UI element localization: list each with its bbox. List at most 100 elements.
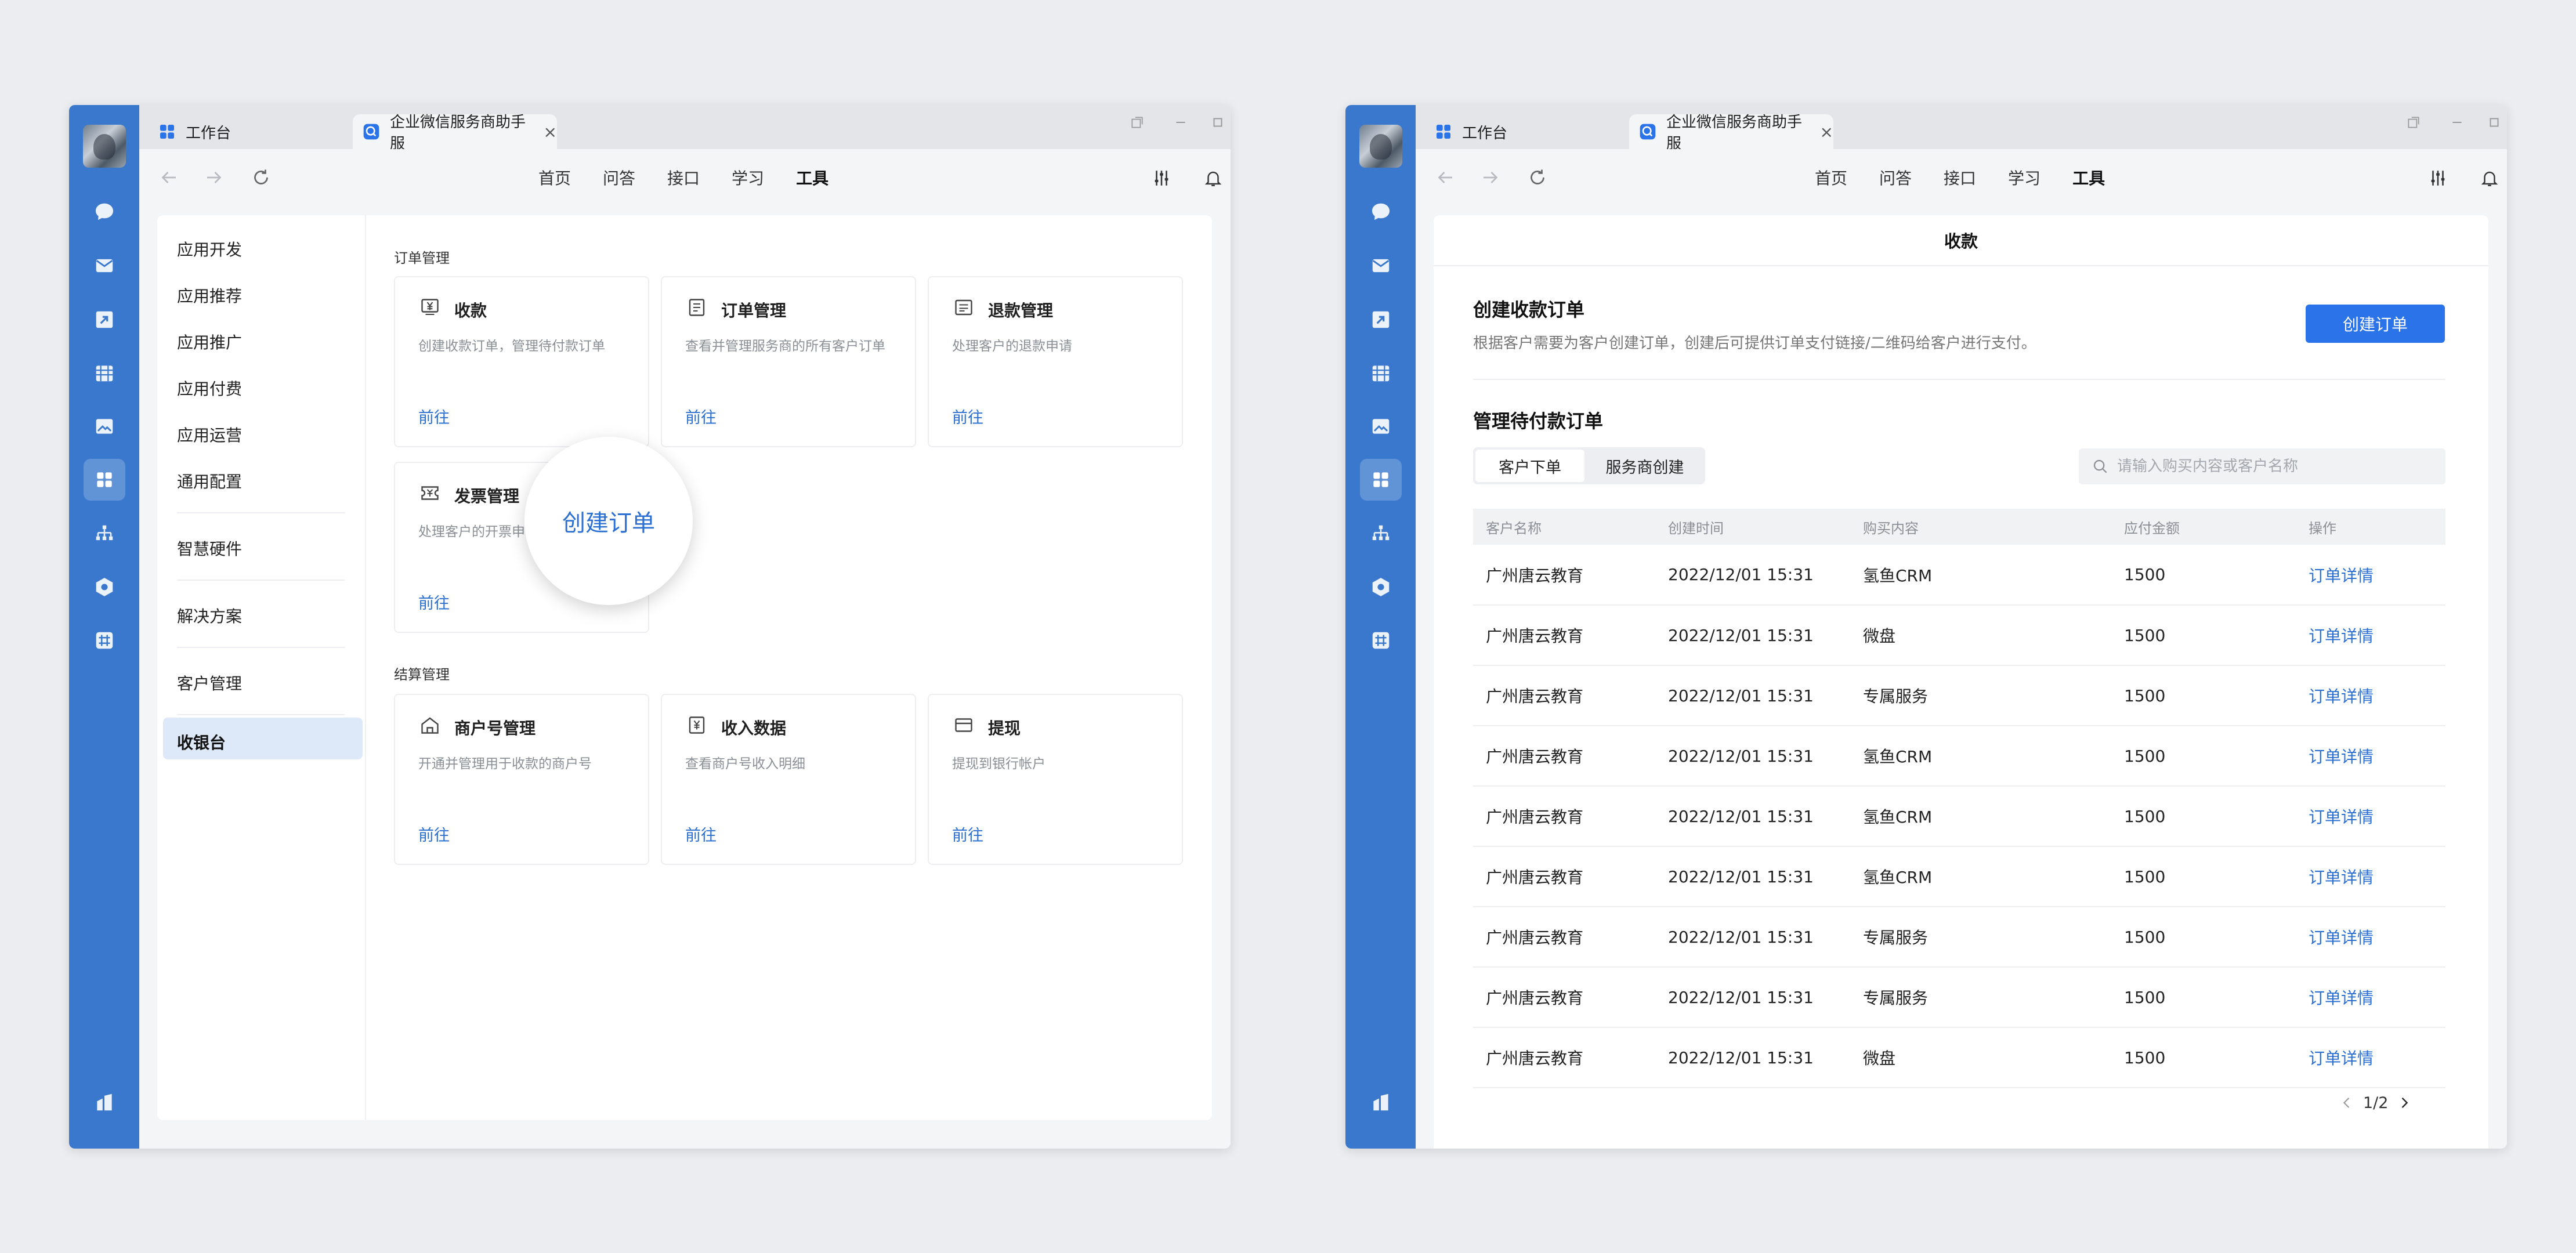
popout-icon[interactable]	[1126, 111, 1149, 134]
sidenav-item-general-config[interactable]: 通用配置	[177, 469, 242, 492]
popout-icon[interactable]	[2402, 111, 2425, 134]
card-link[interactable]: 前往	[952, 823, 983, 845]
cell-action[interactable]: 订单详情	[2296, 726, 2445, 787]
settings-sliders-icon[interactable]	[2426, 166, 2450, 190]
card-withdraw[interactable]: 提现 提现到银行帐户 前往	[928, 694, 1183, 865]
cell-action[interactable]: 订单详情	[2296, 605, 2445, 666]
card-collect[interactable]: 收款 创建收款订单，管理待付款订单 前往	[394, 276, 649, 447]
calendar-icon[interactable]	[1369, 361, 1393, 385]
sidenav-item-app-dev[interactable]: 应用开发	[177, 237, 242, 260]
image-icon[interactable]	[1369, 414, 1393, 439]
chat-icon[interactable]	[1369, 200, 1393, 224]
card-refund-manage[interactable]: 退款管理 处理客户的退款申请 前往	[928, 276, 1183, 447]
cell-amount: 1500	[2111, 605, 2296, 666]
grid-icon[interactable]	[1369, 628, 1393, 653]
card-title: 订单管理	[721, 301, 787, 320]
share-icon[interactable]	[1369, 307, 1393, 332]
next-page-icon[interactable]	[2396, 1095, 2412, 1111]
create-order-button[interactable]: 创建订单	[2306, 305, 2445, 343]
sidenav-item-cashier[interactable]: 收银台	[177, 730, 226, 754]
refresh-icon[interactable]	[1524, 164, 1551, 191]
cell-action[interactable]: 订单详情	[2296, 967, 2445, 1028]
mail-icon[interactable]	[92, 254, 117, 278]
grid-icon[interactable]	[92, 628, 117, 653]
nav-tools[interactable]: 工具	[796, 166, 828, 189]
card-link[interactable]: 前往	[685, 405, 717, 428]
card-order-manage[interactable]: 订单管理 查看并管理服务商的所有客户订单 前往	[661, 276, 916, 447]
chat-icon[interactable]	[92, 200, 117, 224]
box-icon[interactable]	[92, 575, 117, 599]
box-icon[interactable]	[1369, 575, 1393, 599]
search-input[interactable]	[2117, 458, 2430, 475]
refresh-icon[interactable]	[248, 164, 274, 191]
nav-api[interactable]: 接口	[1944, 166, 1976, 189]
maximize-icon[interactable]	[2483, 111, 2506, 134]
nav-home[interactable]: 首页	[538, 166, 571, 189]
sidenav-item-app-pay[interactable]: 应用付费	[177, 376, 242, 400]
page-indicator: 1/2	[2363, 1093, 2389, 1112]
workbench-icon[interactable]	[1360, 459, 1402, 501]
image-icon[interactable]	[92, 414, 117, 439]
back-icon[interactable]	[155, 164, 182, 191]
nav-qa[interactable]: 问答	[603, 166, 635, 189]
cell-action[interactable]: 订单详情	[2296, 1027, 2445, 1088]
close-icon[interactable]: ×	[1820, 122, 1833, 142]
nav-qa[interactable]: 问答	[1879, 166, 1912, 189]
workbench-icon[interactable]	[84, 459, 125, 501]
card-link[interactable]: 前往	[418, 591, 450, 613]
share-icon[interactable]	[92, 307, 117, 332]
sidenav-item-customers[interactable]: 客户管理	[177, 671, 242, 694]
sidenav-item-app-promote[interactable]: 应用推广	[177, 330, 242, 353]
bell-icon[interactable]	[1202, 166, 1225, 190]
back-icon[interactable]	[1432, 164, 1459, 191]
maximize-icon[interactable]	[1206, 111, 1229, 134]
tab-assistant[interactable]: 企业微信服务商助手服 ×	[1629, 114, 1833, 153]
card-merchant-manage[interactable]: 商户号管理 开通并管理用于收款的商户号 前往	[394, 694, 649, 865]
tab-workbench[interactable]: 工作台	[1431, 114, 1622, 149]
avatar[interactable]	[1359, 125, 1402, 168]
cell-action[interactable]: 订单详情	[2296, 786, 2445, 847]
calendar-icon[interactable]	[92, 361, 117, 385]
card-link[interactable]: 前往	[418, 405, 450, 428]
mail-icon[interactable]	[1369, 254, 1393, 278]
seg-provider-created[interactable]: 服务商创建	[1587, 450, 1703, 482]
card-income-data[interactable]: 收入数据 查看商户号收入明细 前往	[661, 694, 916, 865]
cell-amount: 1500	[2111, 907, 2296, 968]
nav-tools[interactable]: 工具	[2072, 166, 2105, 189]
order-source-segmented: 客户下单 服务商创建	[1473, 447, 1705, 484]
sidenav-item-solutions[interactable]: 解决方案	[177, 604, 242, 627]
avatar[interactable]	[83, 125, 126, 168]
bell-icon[interactable]	[2478, 166, 2501, 190]
forward-icon[interactable]	[1477, 164, 1504, 191]
cell-action[interactable]: 订单详情	[2296, 907, 2445, 968]
tab-workbench[interactable]: 工作台	[154, 114, 346, 149]
org-chart-icon[interactable]	[92, 522, 117, 546]
org-chart-icon[interactable]	[1369, 522, 1393, 546]
cell-action[interactable]: 订单详情	[2296, 545, 2445, 606]
nav-home[interactable]: 首页	[1815, 166, 1847, 189]
sidenav-item-app-ops[interactable]: 应用运营	[177, 423, 242, 446]
order-search[interactable]	[2079, 448, 2445, 484]
minimize-icon[interactable]	[2445, 111, 2469, 134]
sidenav-item-hardware[interactable]: 智慧硬件	[177, 537, 242, 560]
seg-customer-order[interactable]: 客户下单	[1475, 450, 1584, 482]
nav-api[interactable]: 接口	[667, 166, 700, 189]
prev-page-icon[interactable]	[2339, 1095, 2355, 1111]
close-icon[interactable]: ×	[544, 122, 557, 142]
forward-icon[interactable]	[201, 164, 227, 191]
company-icon[interactable]	[92, 1090, 117, 1114]
card-link[interactable]: 前往	[685, 823, 717, 845]
settings-sliders-icon[interactable]	[1150, 166, 1173, 190]
nav-learn[interactable]: 学习	[2008, 166, 2040, 189]
company-icon[interactable]	[1369, 1090, 1393, 1114]
cell-action[interactable]: 订单详情	[2296, 846, 2445, 907]
minimize-icon[interactable]	[1169, 111, 1192, 134]
card-link[interactable]: 前往	[418, 823, 450, 845]
nav-learn[interactable]: 学习	[732, 166, 764, 189]
cell-content: 专属服务	[1850, 907, 2111, 968]
card-link[interactable]: 前往	[952, 405, 983, 428]
income-icon	[689, 716, 705, 734]
tab-assistant[interactable]: 企业微信服务商助手服 ×	[353, 114, 557, 153]
cell-action[interactable]: 订单详情	[2296, 665, 2445, 726]
sidenav-item-app-recommend[interactable]: 应用推荐	[177, 284, 242, 307]
